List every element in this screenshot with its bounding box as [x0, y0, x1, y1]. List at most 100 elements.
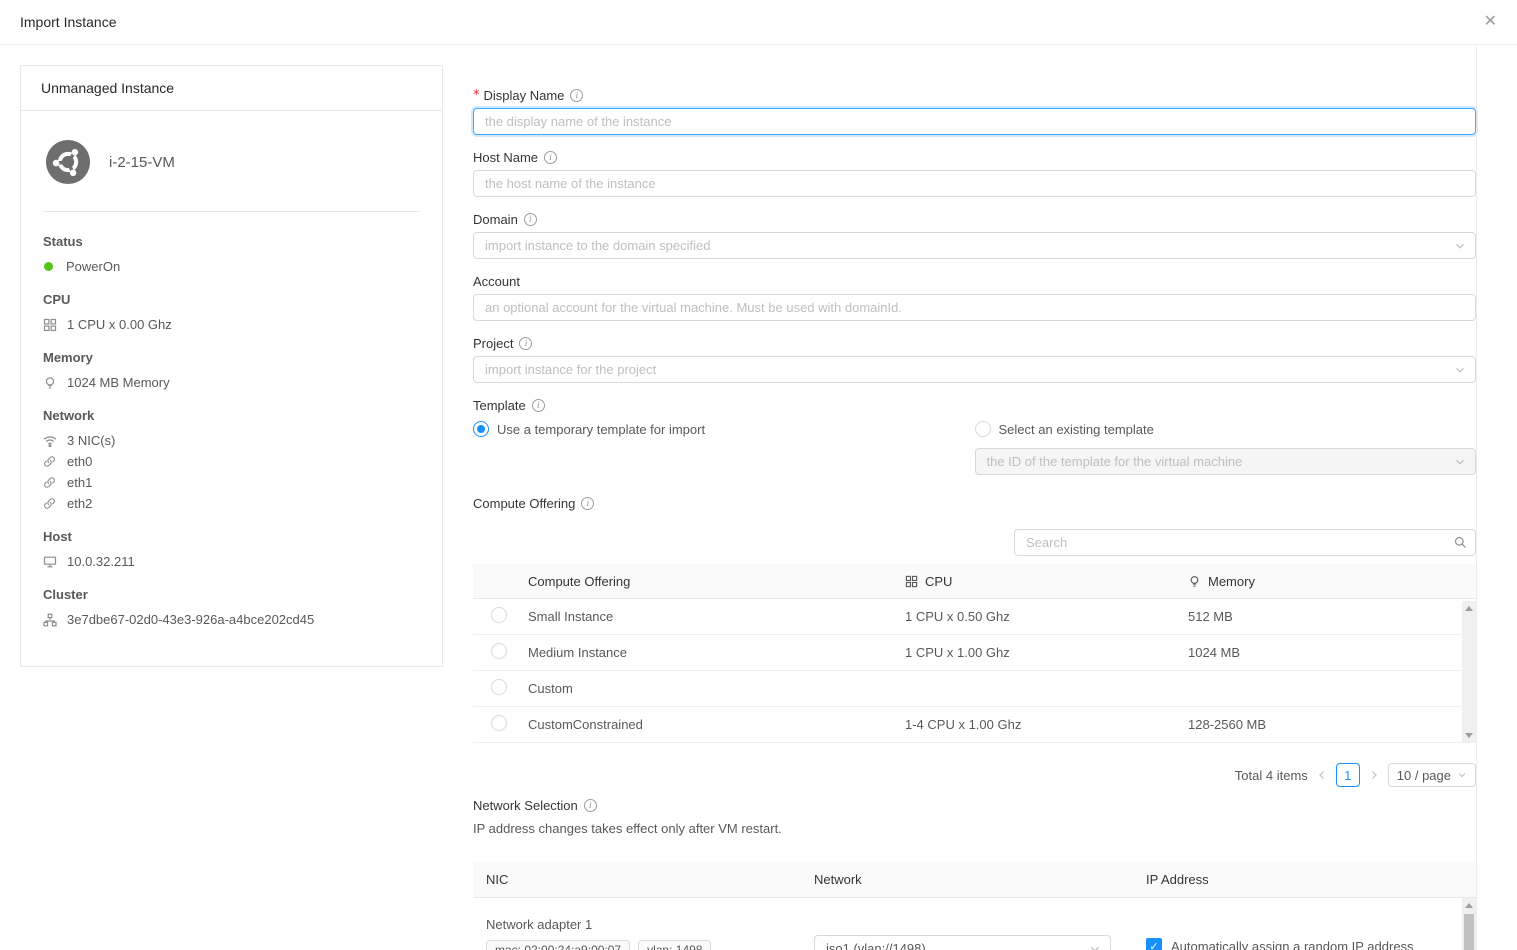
- domain-select-placeholder: import instance to the domain specified: [485, 238, 710, 253]
- offering-cpu: 1-4 CPU x 1.00 Ghz: [905, 717, 1188, 732]
- page-number[interactable]: 1: [1336, 763, 1360, 787]
- radio-icon[interactable]: [975, 421, 991, 437]
- nic-count: 3 NIC(s): [67, 433, 115, 448]
- nic-network-value: iso1 (vlan://1498): [826, 941, 926, 950]
- offering-name: CustomConstrained: [528, 717, 905, 732]
- radio-existing-template[interactable]: Select an existing template: [975, 421, 1477, 437]
- memory-value: 1024 MB Memory: [67, 375, 170, 390]
- template-label: Template: [473, 398, 526, 413]
- table-row[interactable]: CustomConstrained 1-4 CPU x 1.00 Ghz 128…: [473, 707, 1476, 743]
- chevron-down-icon: [1454, 240, 1466, 255]
- close-icon[interactable]: ✕: [1484, 14, 1497, 30]
- status-dot-icon: [44, 262, 53, 271]
- interface-name: eth1: [67, 475, 92, 490]
- radio-existing-template-label: Select an existing template: [999, 422, 1154, 437]
- offering-cpu: 1 CPU x 1.00 Ghz: [905, 645, 1188, 660]
- table-scrollbar[interactable]: [1462, 601, 1476, 743]
- offering-cpu: 1 CPU x 0.50 Ghz: [905, 609, 1188, 624]
- col-header-network: Network: [814, 872, 1146, 887]
- cluster-label: Cluster: [43, 587, 420, 602]
- project-select-placeholder: import instance for the project: [485, 362, 656, 377]
- wifi-icon: [43, 434, 57, 448]
- divider: [43, 211, 420, 212]
- page-size-select[interactable]: 10 / page: [1388, 763, 1476, 787]
- page-size-value: 10 / page: [1397, 768, 1451, 783]
- link-icon: [43, 455, 57, 469]
- modal-header: Import Instance ✕: [0, 0, 1517, 45]
- info-icon[interactable]: i: [570, 89, 583, 102]
- memory-label: Memory: [43, 350, 420, 365]
- search-input[interactable]: [1014, 529, 1476, 556]
- table-row[interactable]: Medium Instance 1 CPU x 1.00 Ghz 1024 MB: [473, 635, 1476, 671]
- unmanaged-instance-card: Unmanaged Instance: [20, 65, 443, 667]
- info-icon[interactable]: i: [532, 399, 545, 412]
- host-name-label: Host Name: [473, 150, 538, 165]
- info-icon[interactable]: i: [581, 497, 594, 510]
- memory-bulb-icon: [43, 376, 57, 390]
- scroll-up-icon: [1465, 606, 1473, 611]
- compute-offering-label: Compute Offering: [473, 496, 575, 511]
- pagination: Total 4 items 1 10 / page: [473, 763, 1476, 787]
- auto-assign-label: Automatically assign a random IP address: [1171, 939, 1414, 950]
- search-icon[interactable]: [1454, 536, 1467, 552]
- ubuntu-os-icon: [45, 139, 91, 185]
- link-icon: [43, 476, 57, 490]
- offering-name: Small Instance: [528, 609, 905, 624]
- host-name-input[interactable]: [473, 170, 1476, 197]
- account-label: Account: [473, 274, 520, 289]
- nic-table: NIC Network IP Address Network adapter 1…: [473, 862, 1476, 950]
- project-select[interactable]: import instance for the project: [473, 356, 1476, 383]
- info-icon[interactable]: i: [584, 799, 597, 812]
- table-row[interactable]: Small Instance 1 CPU x 0.50 Ghz 512 MB: [473, 599, 1476, 635]
- compute-offering-table: Compute Offering CPU: [473, 564, 1476, 743]
- pagination-total: Total 4 items: [1235, 768, 1308, 783]
- info-icon[interactable]: i: [544, 151, 557, 164]
- domain-select[interactable]: import instance to the domain specified: [473, 232, 1476, 259]
- host-label: Host: [43, 529, 420, 544]
- prev-page-icon[interactable]: [1316, 769, 1328, 781]
- template-select-placeholder: the ID of the template for the virtual m…: [987, 454, 1243, 469]
- scroll-down-icon: [1465, 733, 1473, 738]
- col-header-memory: Memory: [1208, 574, 1255, 589]
- cpu-value: 1 CPU x 0.00 Ghz: [67, 317, 172, 332]
- cpu-label: CPU: [43, 292, 420, 307]
- import-form: * Display Name i Host Name i Domain i im…: [473, 65, 1476, 950]
- monitor-icon: [43, 555, 57, 569]
- project-label: Project: [473, 336, 513, 351]
- radio-icon[interactable]: [473, 421, 489, 437]
- status-label: Status: [43, 234, 420, 249]
- info-icon[interactable]: i: [519, 337, 532, 350]
- display-name-input[interactable]: [473, 108, 1476, 135]
- link-icon: [43, 497, 57, 511]
- next-page-icon[interactable]: [1368, 769, 1380, 781]
- network-selection-note: IP address changes takes effect only aft…: [473, 821, 1476, 836]
- template-select: the ID of the template for the virtual m…: [975, 448, 1477, 475]
- modal-title: Import Instance: [20, 14, 117, 30]
- offering-name: Medium Instance: [528, 645, 905, 660]
- info-icon[interactable]: i: [524, 213, 537, 226]
- row-radio[interactable]: [491, 643, 507, 659]
- nic-network-select[interactable]: iso1 (vlan://1498): [814, 935, 1111, 950]
- row-radio[interactable]: [491, 679, 507, 695]
- interface-name: eth2: [67, 496, 92, 511]
- chevron-down-icon: [1454, 364, 1466, 379]
- auto-assign-checkbox[interactable]: ✓: [1146, 938, 1162, 950]
- offering-memory: 512 MB: [1188, 609, 1476, 624]
- account-input[interactable]: [473, 294, 1476, 321]
- table-row[interactable]: Custom: [473, 671, 1476, 707]
- cluster-value: 3e7dbe67-02d0-43e3-926a-a4bce202cd45: [67, 612, 314, 627]
- cluster-icon: [43, 613, 57, 627]
- chevron-down-icon: [1089, 943, 1101, 950]
- scroll-up-icon: [1465, 903, 1473, 908]
- host-value: 10.0.32.211: [67, 554, 135, 569]
- network-label: Network: [43, 408, 420, 423]
- chevron-down-icon: [1454, 456, 1466, 471]
- interface-name: eth0: [67, 454, 92, 469]
- radio-temporary-template[interactable]: Use a temporary template for import: [473, 421, 975, 437]
- row-radio[interactable]: [491, 607, 507, 623]
- nic-table-scrollbar[interactable]: [1462, 898, 1476, 950]
- nic-row: Network adapter 1 mac: 02:00:24:a9:00:07…: [473, 898, 1476, 950]
- cpu-grid-icon: [43, 318, 57, 332]
- row-radio[interactable]: [491, 715, 507, 731]
- scroll-thumb: [1464, 914, 1474, 950]
